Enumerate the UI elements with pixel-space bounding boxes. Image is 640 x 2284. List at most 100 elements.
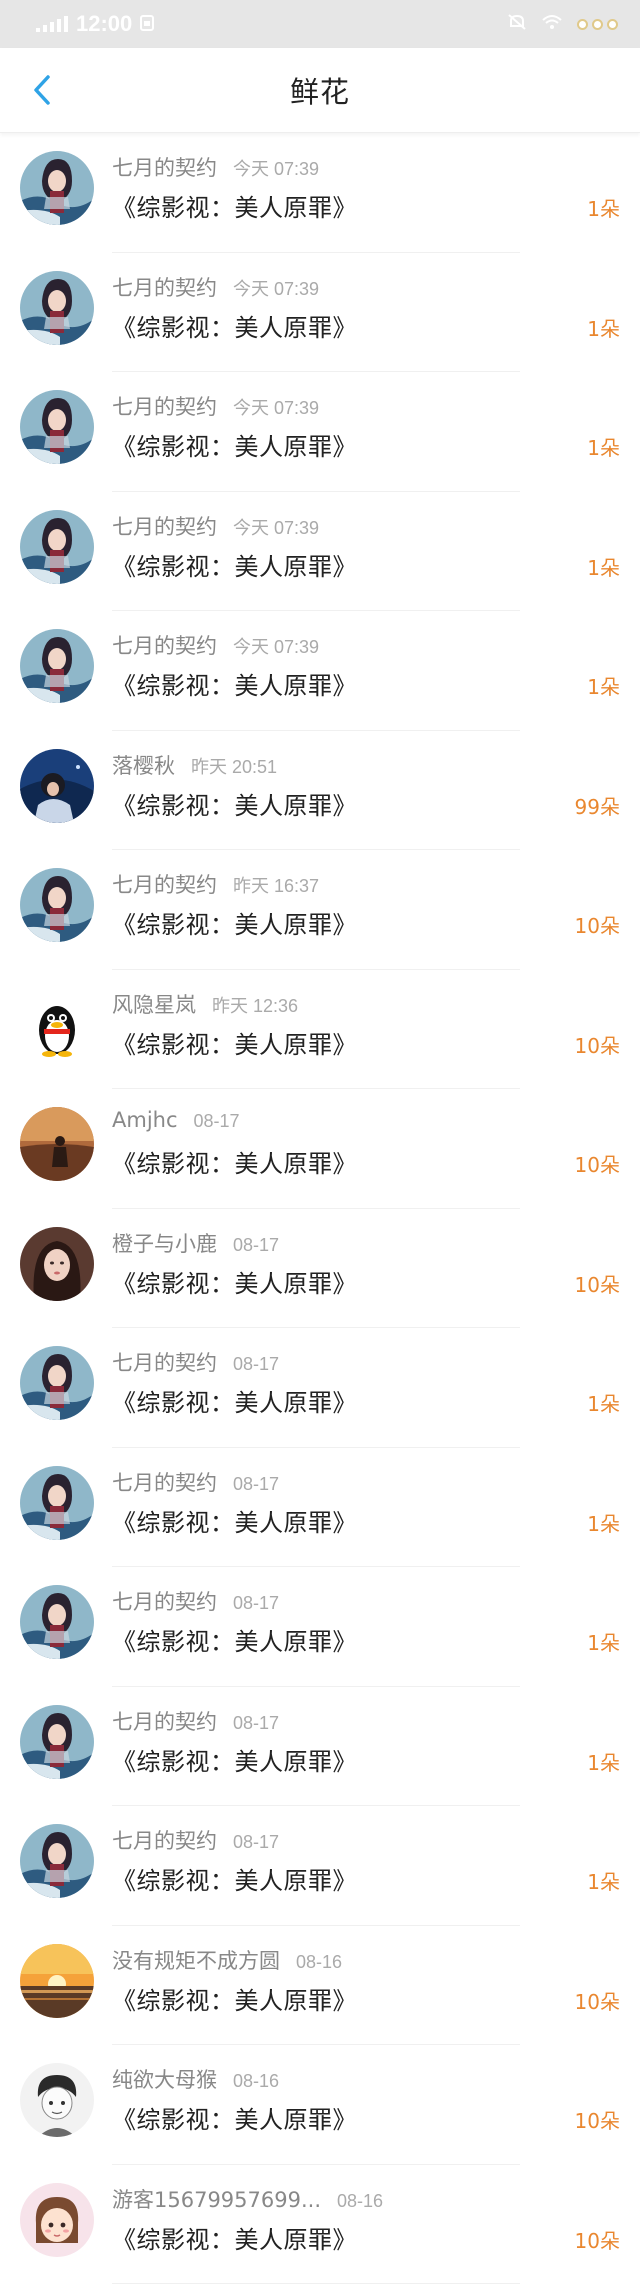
list-item[interactable]: 没有规矩不成方圆 08-16 《综影视：美人原罪》 10朵	[0, 1926, 640, 2046]
book-title[interactable]: 《综影视：美人原罪》	[112, 308, 357, 343]
user-name[interactable]: 纯欲大母猴	[112, 2064, 217, 2094]
user-name[interactable]: 七月的契约	[112, 1825, 217, 1855]
list-item[interactable]: 七月的契约 昨天 16:37 《综影视：美人原罪》 10朵	[0, 850, 640, 970]
book-title[interactable]: 《综影视：美人原罪》	[112, 547, 357, 582]
avatar[interactable]	[20, 1227, 94, 1301]
user-name[interactable]: 七月的契约	[112, 630, 217, 660]
list-item[interactable]: 七月的契约 今天 07:39 《综影视：美人原罪》 1朵	[0, 133, 640, 253]
avatar[interactable]	[20, 1107, 94, 1181]
book-title[interactable]: 《综影视：美人原罪》	[112, 188, 357, 223]
row-meta: 七月的契约 08-17	[112, 1586, 279, 1616]
avatar[interactable]	[20, 1824, 94, 1898]
book-title[interactable]: 《综影视：美人原罪》	[112, 1383, 357, 1418]
book-title[interactable]: 《综影视：美人原罪》	[112, 1981, 357, 2016]
avatar[interactable]	[20, 390, 94, 464]
avatar[interactable]	[20, 271, 94, 345]
avatar[interactable]	[20, 1705, 94, 1779]
book-title[interactable]: 《综影视：美人原罪》	[112, 2220, 357, 2255]
row-meta: 七月的契约 今天 07:39	[112, 511, 319, 541]
row-meta: 没有规矩不成方圆 08-16	[112, 1945, 342, 1975]
avatar[interactable]	[20, 629, 94, 703]
user-name[interactable]: 七月的契约	[112, 152, 217, 182]
avatar[interactable]	[20, 2063, 94, 2137]
user-name[interactable]: 七月的契约	[112, 272, 217, 302]
timestamp: 08-17	[233, 1474, 279, 1495]
row-meta: 七月的契约 今天 07:39	[112, 391, 319, 421]
list-item[interactable]: 落樱秋 昨天 20:51 《综影视：美人原罪》 99朵	[0, 731, 640, 851]
book-title[interactable]: 《综影视：美人原罪》	[112, 1264, 357, 1299]
back-button[interactable]	[20, 68, 64, 112]
avatar[interactable]	[20, 988, 94, 1062]
book-title[interactable]: 《综影视：美人原罪》	[112, 1622, 357, 1657]
user-name[interactable]: 七月的契约	[112, 511, 217, 541]
user-name[interactable]: Amjhc	[112, 1108, 178, 1132]
list-item[interactable]: 七月的契约 今天 07:39 《综影视：美人原罪》 1朵	[0, 492, 640, 612]
list-item[interactable]: Amjhc 08-17 《综影视：美人原罪》 10朵	[0, 1089, 640, 1209]
list-item[interactable]: 七月的契约 今天 07:39 《综影视：美人原罪》 1朵	[0, 611, 640, 731]
timestamp: 今天 07:39	[233, 275, 319, 301]
list-item[interactable]: 七月的契约 今天 07:39 《综影视：美人原罪》 1朵	[0, 372, 640, 492]
book-title[interactable]: 《综影视：美人原罪》	[112, 1742, 357, 1777]
status-left: 12:00	[36, 11, 154, 37]
list-item[interactable]: 游客15679957699... 08-16 《综影视：美人原罪》 10朵	[0, 2165, 640, 2284]
avatar[interactable]	[20, 1944, 94, 2018]
row-meta: 纯欲大母猴 08-16	[112, 2064, 279, 2094]
flower-count: 1朵	[587, 1627, 620, 1656]
page-title: 鲜花	[290, 69, 350, 111]
flower-count: 10朵	[575, 2225, 620, 2254]
avatar[interactable]	[20, 2183, 94, 2257]
user-name[interactable]: 七月的契约	[112, 1347, 217, 1377]
avatar[interactable]	[20, 1585, 94, 1659]
list-item[interactable]: 七月的契约 08-17 《综影视：美人原罪》 1朵	[0, 1687, 640, 1807]
list-item[interactable]: 七月的契约 08-17 《综影视：美人原罪》 1朵	[0, 1806, 640, 1926]
timestamp: 08-16	[233, 2071, 279, 2092]
list-item[interactable]: 橙子与小鹿 08-17 《综影视：美人原罪》 10朵	[0, 1209, 640, 1329]
user-name[interactable]: 风隐星岚	[112, 989, 196, 1019]
row-meta: 落樱秋 昨天 20:51	[112, 750, 277, 780]
flower-count: 10朵	[575, 2105, 620, 2134]
list-item[interactable]: 纯欲大母猴 08-16 《综影视：美人原罪》 10朵	[0, 2045, 640, 2165]
list-item[interactable]: 风隐星岚 昨天 12:36 《综影视：美人原罪》 10朵	[0, 970, 640, 1090]
timestamp: 08-16	[296, 1952, 342, 1973]
list-item[interactable]: 七月的契约 今天 07:39 《综影视：美人原罪》 1朵	[0, 253, 640, 373]
row-meta: 七月的契约 08-17	[112, 1347, 279, 1377]
user-name[interactable]: 七月的契约	[112, 1706, 217, 1736]
book-title[interactable]: 《综影视：美人原罪》	[112, 1025, 357, 1060]
row-meta: 游客15679957699... 08-16	[112, 2184, 383, 2214]
user-name[interactable]: 落樱秋	[112, 750, 175, 780]
avatar[interactable]	[20, 1466, 94, 1540]
book-title[interactable]: 《综影视：美人原罪》	[112, 2100, 357, 2135]
avatar[interactable]	[20, 1346, 94, 1420]
flower-count: 10朵	[575, 910, 620, 939]
user-name[interactable]: 没有规矩不成方圆	[112, 1945, 280, 1975]
sim-card-icon	[140, 11, 154, 37]
avatar[interactable]	[20, 749, 94, 823]
book-title[interactable]: 《综影视：美人原罪》	[112, 905, 357, 940]
wifi-icon	[541, 14, 563, 35]
avatar[interactable]	[20, 151, 94, 225]
timestamp: 今天 07:39	[233, 155, 319, 181]
user-name[interactable]: 七月的契约	[112, 1586, 217, 1616]
avatar[interactable]	[20, 868, 94, 942]
book-title[interactable]: 《综影视：美人原罪》	[112, 1503, 357, 1538]
user-name[interactable]: 游客15679957699...	[112, 2184, 321, 2214]
signal-icon	[36, 16, 68, 32]
user-name[interactable]: 七月的契约	[112, 869, 217, 899]
book-title[interactable]: 《综影视：美人原罪》	[112, 427, 357, 462]
user-name[interactable]: 七月的契约	[112, 391, 217, 421]
book-title[interactable]: 《综影视：美人原罪》	[112, 666, 357, 701]
timestamp: 08-16	[337, 2191, 383, 2212]
book-title[interactable]: 《综影视：美人原罪》	[112, 1861, 357, 1896]
avatar[interactable]	[20, 510, 94, 584]
book-title[interactable]: 《综影视：美人原罪》	[112, 786, 357, 821]
row-meta: 风隐星岚 昨天 12:36	[112, 989, 298, 1019]
book-title[interactable]: 《综影视：美人原罪》	[112, 1144, 357, 1179]
flower-count: 10朵	[575, 1269, 620, 1298]
flower-list: 七月的契约 今天 07:39 《综影视：美人原罪》 1朵 七月的契约 今天 07…	[0, 133, 640, 2284]
list-item[interactable]: 七月的契约 08-17 《综影视：美人原罪》 1朵	[0, 1448, 640, 1568]
row-meta: 七月的契约 08-17	[112, 1825, 279, 1855]
list-item[interactable]: 七月的契约 08-17 《综影视：美人原罪》 1朵	[0, 1567, 640, 1687]
list-item[interactable]: 七月的契约 08-17 《综影视：美人原罪》 1朵	[0, 1328, 640, 1448]
user-name[interactable]: 七月的契约	[112, 1467, 217, 1497]
user-name[interactable]: 橙子与小鹿	[112, 1228, 217, 1258]
